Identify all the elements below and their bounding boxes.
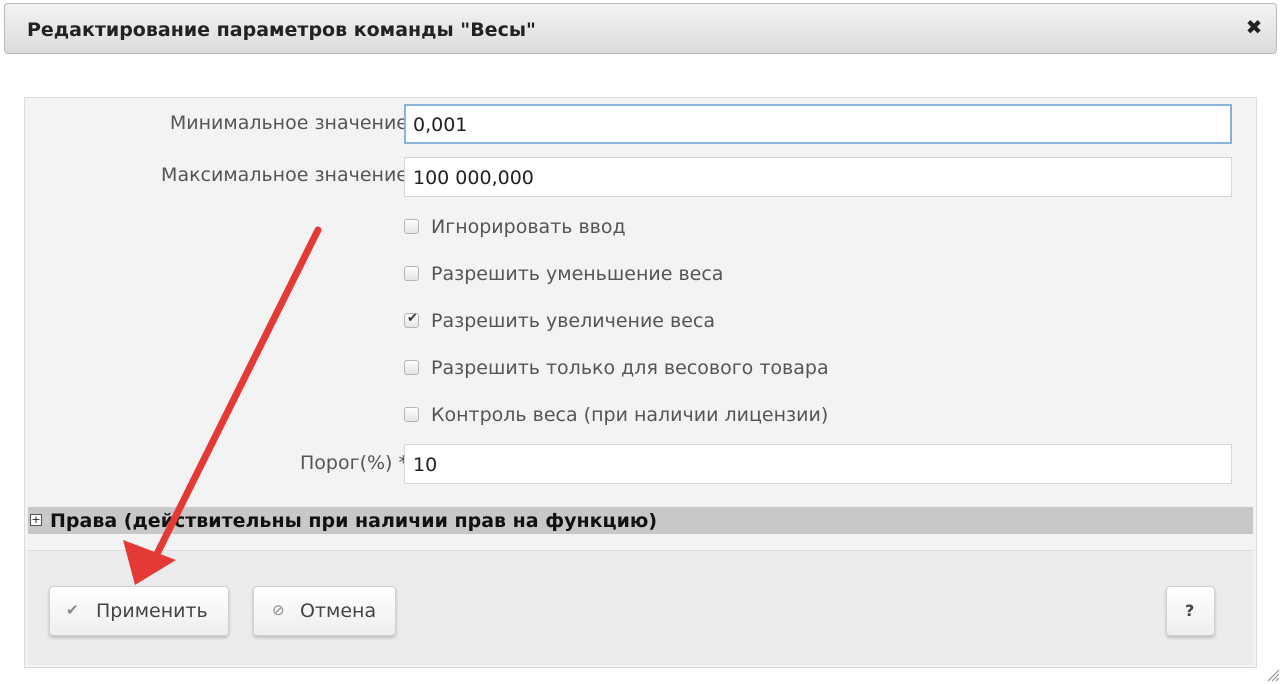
threshold-label: Порог(%) * [300, 452, 408, 474]
threshold-input[interactable]: 10 [404, 444, 1232, 484]
resize-grip-icon[interactable] [1266, 668, 1280, 682]
max-value-label: Максимальное значение [161, 164, 408, 186]
cancel-button[interactable]: ⊘ Отмена [253, 586, 396, 636]
min-value-input[interactable]: 0,001 [404, 104, 1232, 144]
checkbox-weight-control[interactable] [404, 407, 419, 422]
dialog-title: Редактирование параметров команды "Весы" [27, 19, 536, 41]
check-mark-icon: ✔ [407, 311, 418, 326]
checkbox-weighted-only[interactable] [404, 360, 419, 375]
checkbox-ignore-input[interactable] [404, 219, 419, 234]
dialog-footer: ✔ Применить ⊘ Отмена ? [28, 550, 1253, 665]
apply-button-label: Применить [96, 600, 208, 622]
checkbox-label: Игнорировать ввод [431, 216, 626, 238]
checkbox-label: Разрешить увеличение веса [431, 310, 716, 332]
apply-button[interactable]: ✔ Применить [49, 586, 229, 636]
check-icon: ✔ [66, 601, 79, 619]
rights-section-header[interactable]: + Права (действительны при наличии прав … [28, 507, 1253, 534]
cancel-button-label: Отмена [300, 600, 377, 622]
checkbox-label: Разрешить только для весового товара [431, 357, 829, 379]
ban-icon: ⊘ [272, 601, 285, 619]
expand-icon[interactable]: + [30, 514, 42, 526]
checkbox-allow-increase[interactable]: ✔ [404, 311, 419, 328]
max-value-input[interactable]: 100 000,000 [404, 157, 1232, 197]
checkbox-label: Контроль веса (при наличии лицензии) [431, 404, 829, 426]
checkbox-label: Разрешить уменьшение веса [431, 263, 724, 285]
help-button[interactable]: ? [1166, 586, 1215, 636]
min-value-label: Минимальное значение [169, 112, 408, 134]
rights-section-title: Права (действительны при наличии прав на… [50, 510, 658, 532]
help-button-label: ? [1185, 601, 1195, 620]
checkbox-allow-decrease[interactable] [404, 266, 419, 281]
dialog-titlebar: Редактирование параметров команды "Весы"… [4, 3, 1277, 54]
close-icon[interactable]: ✖ [1244, 17, 1264, 37]
